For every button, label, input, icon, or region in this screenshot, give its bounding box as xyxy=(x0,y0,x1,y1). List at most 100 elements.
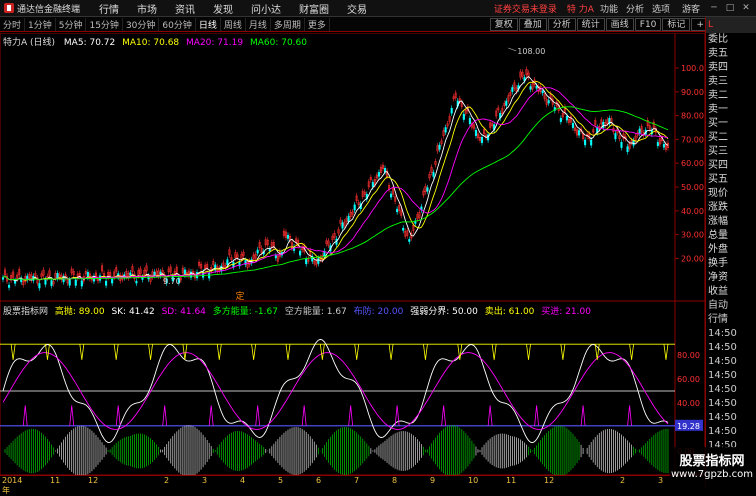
time-tick: 11 xyxy=(506,476,524,487)
period-tab[interactable]: 分时 xyxy=(0,18,25,31)
sidebar-item[interactable]: 14:50 xyxy=(706,383,756,397)
main-menu: 行情市场资讯发现问小达财富圈交易 xyxy=(92,1,374,16)
sell-spike xyxy=(355,344,359,360)
right-tool[interactable]: 分析 xyxy=(626,2,644,15)
tool-button[interactable]: 复权 xyxy=(490,18,518,31)
sidebar-item[interactable]: 收益 xyxy=(706,285,756,299)
buy-spike xyxy=(70,405,74,425)
sidebar-item[interactable]: 14:50 xyxy=(706,411,756,425)
menu-item[interactable]: 问小达 xyxy=(244,1,288,16)
period-tab[interactable]: 多周期 xyxy=(271,18,305,31)
sidebar-item[interactable]: 14:50 xyxy=(706,425,756,439)
sidebar-item[interactable]: 卖一 xyxy=(706,103,756,117)
period-tab[interactable]: 日线 xyxy=(196,18,221,31)
period-tab[interactable]: 5分钟 xyxy=(56,18,87,31)
right-tool[interactable]: 选项 xyxy=(652,2,670,15)
candle xyxy=(475,130,477,135)
sidebar-item[interactable]: 卖三 xyxy=(706,75,756,89)
ind-sd: SD: 41.64 xyxy=(162,307,206,317)
period-tab[interactable]: 30分钟 xyxy=(123,18,159,31)
candle xyxy=(560,118,562,121)
sidebar-item[interactable]: 现价 xyxy=(706,187,756,201)
sidebar-item[interactable]: 涨跌 xyxy=(706,201,756,215)
time-tick: 2 xyxy=(620,476,638,487)
ytick-label: 40.00 xyxy=(681,207,704,216)
indicator-legend: 股票指标网 高抛: 89.00 SK: 41.42 SD: 41.64 多方能量… xyxy=(3,304,591,317)
sidebar-item[interactable]: 自动 xyxy=(706,299,756,313)
minimize-icon[interactable]: ─ xyxy=(708,2,720,14)
sell-spike xyxy=(149,344,153,360)
period-tab[interactable]: 15分钟 xyxy=(86,18,122,31)
sidebar-item[interactable]: 总量 xyxy=(706,229,756,243)
sidebar-item[interactable]: 买四 xyxy=(706,159,756,173)
sell-spike xyxy=(45,344,49,360)
restore-icon[interactable]: □ xyxy=(724,2,736,14)
candle xyxy=(505,101,507,105)
candle xyxy=(590,140,592,145)
sidebar-item[interactable]: 外盘 xyxy=(706,243,756,257)
sidebar-item[interactable]: 净资 xyxy=(706,271,756,285)
ytick-label: 90.00 xyxy=(681,88,704,97)
sidebar-item[interactable]: 行情 xyxy=(706,313,756,327)
sidebar-item[interactable]: 委比 xyxy=(706,33,756,47)
tool-button[interactable]: F10 xyxy=(635,18,662,31)
alert-text[interactable]: 证券交易未登录 xyxy=(494,2,557,15)
sidebar-item[interactable]: 买五 xyxy=(706,173,756,187)
app-name: 通达信金融终端 xyxy=(17,2,80,15)
menu-item[interactable]: 市场 xyxy=(130,1,164,16)
period-tab[interactable]: 月线 xyxy=(246,18,271,31)
period-tab[interactable]: 1分钟 xyxy=(25,18,56,31)
candle xyxy=(433,172,435,176)
sidebar-item[interactable]: 换手 xyxy=(706,257,756,271)
candle xyxy=(463,114,465,119)
sell-spike xyxy=(389,344,393,360)
sidebar-item[interactable]: 买三 xyxy=(706,145,756,159)
sidebar-item[interactable]: 14:50 xyxy=(706,327,756,341)
menu-item[interactable]: 行情 xyxy=(92,1,126,16)
chart-area[interactable]: 100.090.0080.0070.0060.0050.0040.0030.00… xyxy=(0,33,705,475)
user-label[interactable]: 游客 xyxy=(674,2,708,15)
menu-item[interactable]: 交易 xyxy=(340,1,374,16)
candle xyxy=(536,86,538,88)
low-label: 9.70 xyxy=(163,277,181,286)
candle xyxy=(75,280,77,285)
time-tick: 4 xyxy=(240,476,258,487)
candle xyxy=(39,283,41,288)
period-tab[interactable]: 60分钟 xyxy=(159,18,195,31)
candle xyxy=(45,279,47,284)
sidebar-item[interactable]: 买一 xyxy=(706,117,756,131)
sidebar-item[interactable]: 14:50 xyxy=(706,397,756,411)
menu-item[interactable]: 发现 xyxy=(206,1,240,16)
sidebar-item[interactable]: 14:50 xyxy=(706,369,756,383)
sidebar-item[interactable]: 卖二 xyxy=(706,89,756,103)
sidebar-item[interactable]: 14:50 xyxy=(706,341,756,355)
sidebar-item[interactable]: 卖四 xyxy=(706,61,756,75)
candle xyxy=(384,168,386,172)
sidebar-item[interactable]: 涨幅 xyxy=(706,215,756,229)
tool-button[interactable]: 分析 xyxy=(548,18,576,31)
time-axis: 2014年11122345678910111223 xyxy=(0,475,705,487)
tool-button[interactable]: 标记 xyxy=(662,18,690,31)
candle xyxy=(572,123,574,127)
sell-spike xyxy=(80,344,84,360)
tool-button[interactable]: 统计 xyxy=(577,18,605,31)
candle xyxy=(111,279,113,283)
close-icon[interactable]: ✕ xyxy=(740,2,752,14)
sell-spike xyxy=(527,344,531,360)
login-alert: 证券交易未登录特 力A xyxy=(494,2,600,15)
kline-chart[interactable]: 100.090.0080.0070.0060.0050.0040.0030.00… xyxy=(0,33,705,475)
tool-button[interactable]: 画线 xyxy=(606,18,634,31)
period-tab[interactable]: 更多 xyxy=(305,18,330,31)
app-logo: 通达信金融终端 xyxy=(0,2,84,15)
period-tab[interactable]: 周线 xyxy=(221,18,246,31)
sidebar-item[interactable]: 14:50 xyxy=(706,355,756,369)
menu-item[interactable]: 财富圈 xyxy=(292,1,336,16)
sidebar-item[interactable]: 买二 xyxy=(706,131,756,145)
right-tool[interactable]: 功能 xyxy=(600,2,618,15)
time-tick: 11 xyxy=(50,476,68,487)
candle xyxy=(439,145,441,149)
menu-item[interactable]: 资讯 xyxy=(168,1,202,16)
tool-button[interactable]: 叠加 xyxy=(519,18,547,31)
buy-spike xyxy=(256,405,260,425)
sidebar-item[interactable]: 卖五 xyxy=(706,47,756,61)
